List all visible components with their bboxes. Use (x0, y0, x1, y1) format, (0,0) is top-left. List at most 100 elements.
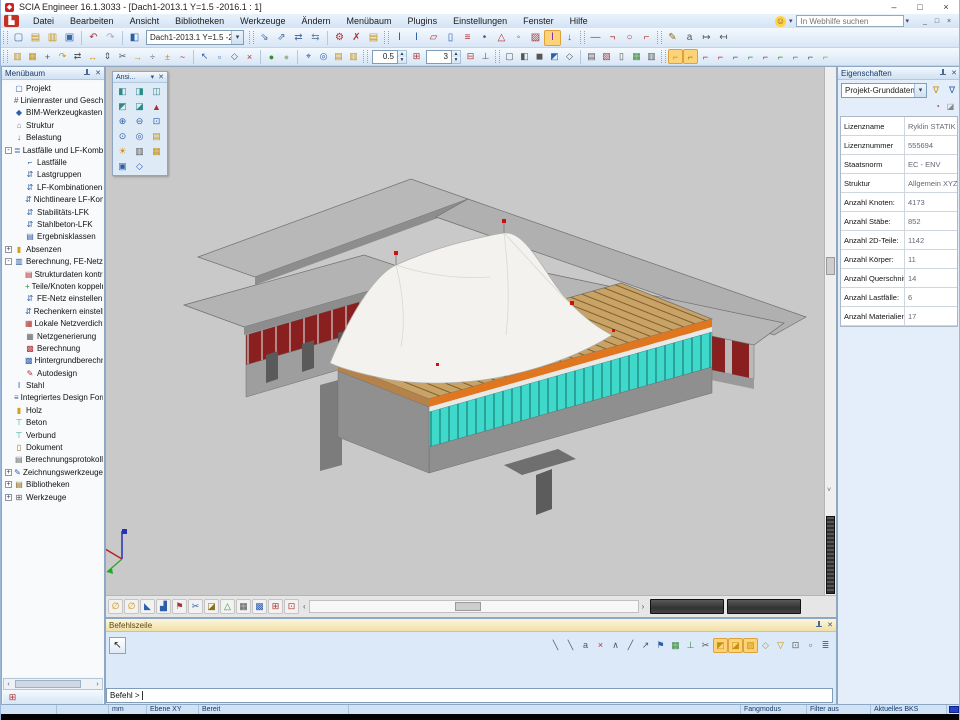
tree-item[interactable]: ⊤ Verbund (3, 429, 103, 441)
chevron-down-icon[interactable]: ▾ (905, 17, 909, 25)
snap-raster-icon[interactable]: ⊡ (788, 638, 803, 653)
menu-item[interactable]: Einstellungen (445, 14, 515, 28)
redo-icon[interactable]: ↷ (102, 30, 119, 46)
table-results-icon[interactable]: ▦ (629, 49, 644, 64)
print-view-icon[interactable]: ▥ (131, 144, 148, 159)
toolbar-grip[interactable] (363, 50, 368, 63)
results-chart-icon[interactable]: ▟ (156, 599, 171, 614)
tree-item[interactable]: ↓ Belastung (3, 132, 103, 144)
view-flag-7-icon[interactable]: ⌐ (758, 49, 773, 64)
chevron-down-icon[interactable]: ▾ (789, 17, 793, 25)
surface-icon[interactable]: △ (220, 599, 235, 614)
polyline-icon[interactable]: ¬ (604, 30, 621, 46)
menu-item[interactable]: Werkzeuge (232, 14, 293, 28)
link-project-icon[interactable]: ⇆ (307, 30, 324, 46)
rib-icon[interactable]: ≡ (459, 30, 476, 46)
snap-endpoint-icon[interactable]: ◩ (713, 638, 728, 653)
menu-item[interactable]: Ändern (293, 14, 338, 28)
show-selected-icon[interactable]: ● (264, 49, 279, 64)
open-project-icon[interactable]: ▤ (27, 30, 44, 46)
member-edit-icon[interactable]: Ⅰ (544, 30, 561, 46)
filter-blue-icon[interactable]: ∇ (945, 84, 959, 98)
snap-flag-icon[interactable]: ⚑ (653, 638, 668, 653)
mdi-restore-button[interactable]: □ (931, 18, 943, 25)
circle-icon[interactable]: ○ (621, 30, 638, 46)
tree-item[interactable]: ≡ Integriertes Design Forms (3, 392, 103, 404)
chevron-down-icon[interactable]: ▾ (151, 73, 155, 81)
command-input[interactable]: Befehl > (106, 688, 833, 703)
hidden-lines-icon[interactable]: ◧ (517, 49, 532, 64)
view-front-icon[interactable]: ◧ (114, 84, 131, 99)
tree-item[interactable]: - ≣ Lastfälle und LF-Kombination (3, 144, 103, 156)
close-icon[interactable]: ✕ (158, 73, 164, 81)
break-icon[interactable]: ÷ (145, 49, 160, 64)
snap-length-icon[interactable]: a (578, 638, 593, 653)
document-icon[interactable]: ▯ (614, 49, 629, 64)
paste-properties-icon[interactable]: ▥ (346, 49, 361, 64)
multi-copy-icon[interactable]: ▦ (25, 49, 40, 64)
view-flag-2-icon[interactable]: ⌐ (683, 49, 698, 64)
expand-toggle[interactable]: + (5, 494, 12, 501)
zoom-all-icon[interactable]: ⊙ (114, 129, 131, 144)
snap-off-icon[interactable]: × (593, 638, 608, 653)
import-project-icon[interactable]: ⇘ (256, 30, 273, 46)
view-flag-3-icon[interactable]: ⌐ (698, 49, 713, 64)
search-icon[interactable]: ⌖ (301, 49, 316, 64)
snap-surface-icon[interactable]: ▽ (773, 638, 788, 653)
close-icon[interactable]: ✕ (951, 69, 957, 77)
property-row[interactable]: Anzahl Knoten: 4173 (841, 193, 957, 212)
minimize-button[interactable]: – (881, 2, 907, 12)
export-project-icon[interactable]: ⇗ (273, 30, 290, 46)
tree-horizontal-scrollbar[interactable]: ‹ › (3, 678, 103, 690)
tree-item[interactable]: ▤ Berechnungsprotokoll (3, 454, 103, 466)
tree-item[interactable]: # Linienraster und Geschosse (3, 94, 103, 106)
arc-icon[interactable]: ⌐ (638, 30, 655, 46)
property-row[interactable]: Anzahl Querschnitte: 14 (841, 269, 957, 288)
expand-toggle[interactable]: - (5, 258, 12, 265)
join-icon[interactable]: ± (160, 49, 175, 64)
save-icon[interactable]: ▣ (61, 30, 78, 46)
hinge-icon[interactable]: ◦ (510, 30, 527, 46)
snap-intersection-icon[interactable]: ╱ (623, 638, 638, 653)
zoom-text-icon[interactable]: a (681, 30, 698, 46)
gallery-icon[interactable]: ▤ (584, 49, 599, 64)
zoom-selection-icon[interactable]: ◎ (316, 49, 331, 64)
pie-chart-icon[interactable]: ◔ (931, 100, 944, 112)
mdi-close-button[interactable]: × (943, 18, 955, 25)
snap-cut-icon[interactable]: ✂ (698, 638, 713, 653)
axo-view-icon[interactable]: ◣ (140, 599, 155, 614)
node-icon[interactable]: • (476, 30, 493, 46)
property-row[interactable]: Staatsnorm EC - ENV (841, 155, 957, 174)
tree-item[interactable]: ⇵ Lastgruppen (3, 169, 103, 181)
text-icon[interactable]: ✎ (664, 30, 681, 46)
toolbar-grip[interactable] (495, 50, 500, 63)
rendered-icon[interactable]: ◩ (547, 49, 562, 64)
copy-properties-icon[interactable]: ▤ (331, 49, 346, 64)
scrollbar-thumb[interactable] (455, 602, 481, 611)
free-load-icon[interactable]: ↓ (561, 30, 578, 46)
menu-item[interactable]: Bearbeiten (62, 14, 122, 28)
3d-viewport[interactable]: Ansi... ▾ ✕ ◧◨◫◩◪▲⊕⊖⊡⊙◎▤☀▥▦▣◇ ˅ (105, 66, 837, 618)
close-icon[interactable]: ✕ (827, 621, 833, 629)
toolbar-grip[interactable] (384, 31, 389, 44)
tree-item[interactable]: ⇵ LF-Kombinationen (3, 181, 103, 193)
zoom-window-icon[interactable]: ⊡ (148, 114, 165, 129)
menu-item[interactable]: Ansicht (122, 14, 168, 28)
scia-menu-icon[interactable]: ▙ (4, 15, 19, 27)
pin-icon[interactable] (83, 69, 91, 77)
picture-icon[interactable]: ▧ (599, 49, 614, 64)
mirror-icon[interactable]: ⇄ (70, 49, 85, 64)
tree-item[interactable]: ▩ Berechnung (3, 342, 103, 354)
spin-down-icon[interactable]: ▼ (452, 57, 460, 63)
menu-item[interactable]: Hilfe (562, 14, 596, 28)
pan-bar-left[interactable] (650, 599, 724, 614)
grid-step-icon[interactable]: ⊟ (463, 49, 478, 64)
tree-item[interactable]: ⇵ Rechenkern einstellen (3, 305, 103, 317)
zoom-selection2-icon[interactable]: ◎ (131, 129, 148, 144)
view-flag-9-icon[interactable]: ⌐ (788, 49, 803, 64)
scroll-right-icon[interactable]: › (93, 681, 102, 688)
tree-item[interactable]: + ⊞ Werkzeuge (3, 491, 103, 503)
menu-item[interactable]: Menübaum (339, 14, 400, 28)
copy-icon[interactable]: ▥ (10, 49, 25, 64)
tree-item[interactable]: ▢ Projekt (3, 82, 103, 94)
